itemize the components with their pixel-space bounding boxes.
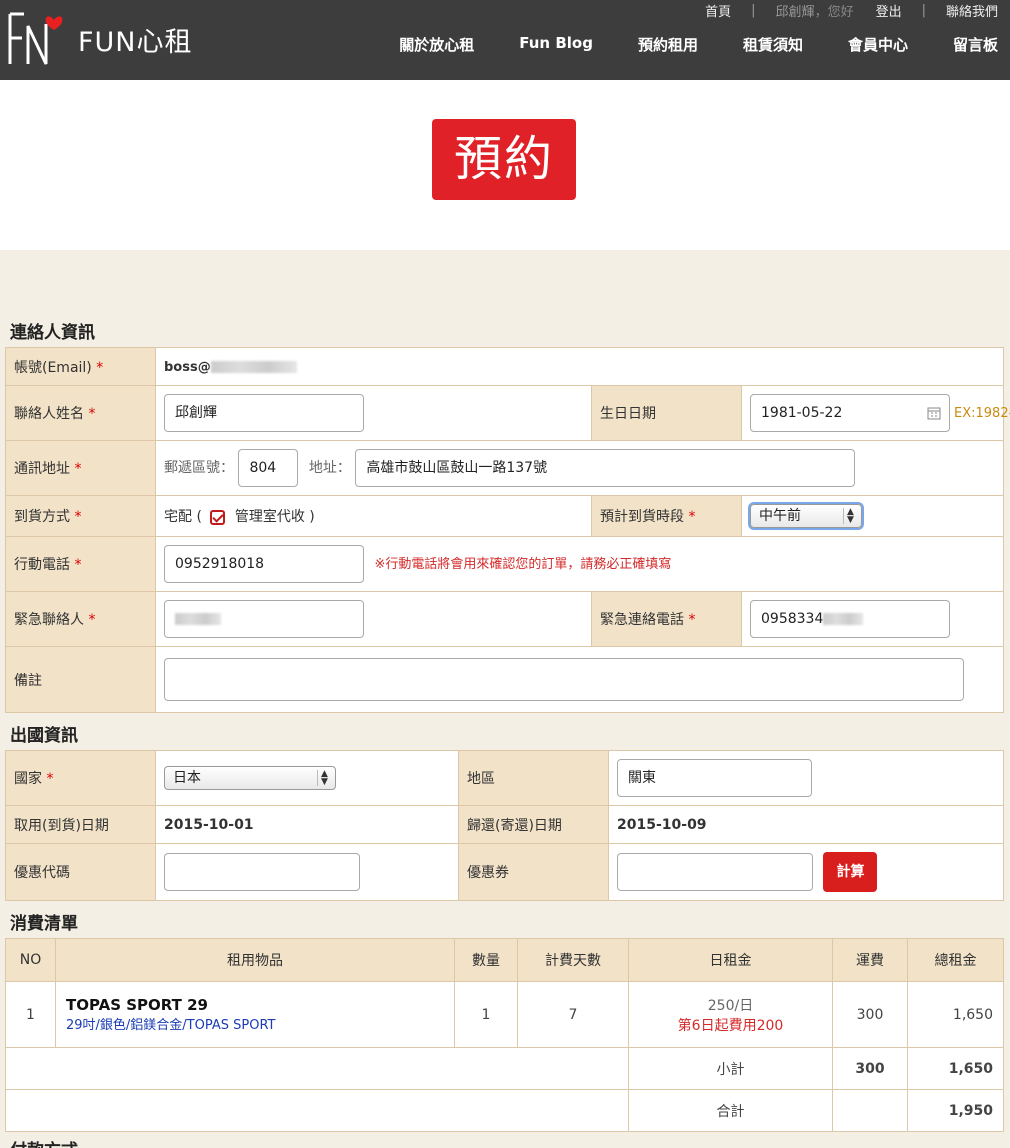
birthday-input[interactable]: 1981-05-22 — [750, 394, 950, 432]
delivery-label: 到貨方式 * — [5, 495, 156, 537]
mobile-hint: ※行動電話將會用來確認您的訂單，請務必正確填寫 — [374, 557, 672, 572]
row-no: 1 — [5, 981, 56, 1048]
calculate-button[interactable]: 計算 — [823, 852, 878, 892]
grand-total-value: 1,950 — [907, 1089, 1004, 1132]
contact-form: 帳號(Email) * boss@ 聯絡人姓名 * 邱創輝 生日日期 1981-… — [5, 347, 1010, 713]
account-label: 帳號(Email) * — [5, 347, 156, 386]
title-band: 預約 — [0, 80, 1010, 250]
country-label: 國家 * — [5, 750, 156, 806]
emergency-phone-input[interactable]: 0958334 — [750, 600, 950, 638]
daily-rate-note: 第6日起費用200 — [677, 1017, 784, 1034]
page-title: 預約 — [432, 119, 576, 200]
mobile-input[interactable]: 0952918018 — [164, 545, 364, 583]
eta-label: 預計到貨時段 * — [591, 495, 742, 537]
item-cell: TOPAS SPORT 29 29吋/銀色/鋁鎂合金/TOPAS SPORT — [55, 981, 455, 1048]
logo-text[interactable]: FUN心租 — [78, 20, 193, 59]
coupon-label: 優惠券 — [458, 843, 609, 901]
note-label: 備註 — [5, 646, 156, 713]
column-header: 數量 — [454, 938, 518, 982]
grand-total-label: 合計 — [628, 1089, 833, 1132]
travel-form: 國家 * 日本 ▲ ▼ 地區 關東 取用(到貨)日期 2015-10-01 歸還(… — [5, 750, 1004, 901]
name-label: 聯絡人姓名 * — [5, 385, 156, 441]
user-name: 邱創輝 — [775, 4, 815, 20]
address-label: 通訊地址 * — [5, 440, 156, 496]
order-table: NO 租用物品 數量 計費天數 日租金 運費 總租金 1 TOPAS SPORT… — [5, 938, 1004, 1132]
grand-total-row: 合計 1,950 — [5, 1089, 1004, 1132]
building-collect-checkbox[interactable] — [210, 509, 226, 525]
column-header: 租用物品 — [55, 938, 455, 982]
region-input[interactable]: 關東 — [617, 759, 812, 797]
site-header: FUN心租 首頁 | 邱創輝 ，您好 登出 | 聯絡我們 關於放心租 Fun B… — [0, 0, 1010, 80]
region-label: 地區 — [458, 750, 609, 806]
item-shipping: 300 — [832, 981, 908, 1048]
zip-label: 郵遞區號： — [164, 460, 234, 476]
home-link[interactable]: 首頁 — [705, 1, 731, 20]
item-total: 1,650 — [907, 981, 1004, 1048]
return-date-label: 歸還(寄還)日期 — [458, 805, 609, 844]
column-header: 運費 — [832, 938, 908, 982]
item-qty: 1 — [454, 981, 518, 1048]
nav-rental-notes[interactable]: 租賃須知 — [743, 34, 803, 55]
item-name: TOPAS SPORT 29 — [66, 996, 208, 1014]
divider: | — [751, 2, 756, 18]
addr-label: 地址： — [308, 460, 351, 476]
birthday-hint: EX:1982-01-05) — [954, 406, 1010, 421]
subtotal-row: 小計 300 1,650 — [5, 1047, 1004, 1090]
pickup-date-label: 取用(到貨)日期 — [5, 805, 156, 844]
nav-message-board[interactable]: 留言板 — [953, 34, 998, 55]
delivery-suffix: ) — [309, 509, 315, 525]
column-header: NO — [5, 938, 56, 982]
emergency-label: 緊急聯絡人 * — [5, 591, 156, 647]
logout-link[interactable]: 登出 — [876, 1, 902, 20]
zip-input[interactable]: 804 — [238, 449, 299, 487]
emergency-phone-label: 緊急連絡電話 * — [591, 591, 742, 647]
column-header: 總租金 — [907, 938, 1004, 982]
item-days: 7 — [517, 981, 629, 1048]
promo-code-label: 優惠代碼 — [5, 843, 156, 901]
mobile-label: 行動電話 * — [5, 536, 156, 592]
calendar-icon[interactable] — [927, 406, 941, 420]
delivery-prefix: 宅配 ( — [164, 509, 202, 525]
nav-booking[interactable]: 預約租用 — [638, 34, 698, 55]
select-arrows-icon: ▲ ▼ — [843, 508, 857, 525]
subtotal-shipping: 300 — [832, 1047, 908, 1090]
address-input[interactable]: 高雄市鼓山區鼓山一路137號 — [355, 449, 856, 487]
item-spec: 29吋/銀色/鋁鎂合金/TOPAS SPORT — [66, 1018, 276, 1033]
nav-blog[interactable]: Fun Blog — [519, 34, 593, 55]
subtotal-label: 小計 — [628, 1047, 833, 1090]
select-arrows-icon: ▲ ▼ — [317, 770, 331, 787]
nav-member-center[interactable]: 會員中心 — [848, 34, 908, 55]
payment-section-title: 付款方式 — [10, 1136, 78, 1148]
subtotal-total: 1,650 — [907, 1047, 1004, 1090]
contact-link[interactable]: 聯絡我們 — [946, 1, 998, 20]
country-select[interactable]: 日本 ▲ ▼ — [164, 766, 336, 790]
birthday-label: 生日日期 — [591, 385, 742, 441]
contact-section-title: 連絡人資訊 — [10, 323, 95, 343]
order-section-title: 消費清單 — [10, 914, 78, 934]
item-daily-rate: 250/日 第6日起費用200 — [628, 981, 833, 1048]
logo-icon[interactable] — [6, 4, 70, 68]
nav-about[interactable]: 關於放心租 — [399, 34, 474, 55]
divider: | — [921, 2, 926, 18]
table-row: 1 TOPAS SPORT 29 29吋/銀色/鋁鎂合金/TOPAS SPORT… — [5, 981, 1004, 1048]
return-date-value: 2015-10-09 — [608, 805, 1004, 844]
note-textarea[interactable] — [164, 658, 964, 701]
delivery-option-label: 管理室代收 — [234, 509, 305, 525]
main-nav: 關於放心租 Fun Blog 預約租用 租賃須知 會員中心 留言板 — [399, 34, 998, 55]
emergency-contact-input[interactable] — [164, 600, 364, 638]
greeting-text: ，您好 — [814, 4, 854, 20]
account-value: boss@ — [155, 347, 1004, 386]
column-header: 日租金 — [628, 938, 833, 982]
promo-code-input[interactable] — [164, 853, 360, 891]
table-header-row: NO 租用物品 數量 計費天數 日租金 運費 總租金 — [5, 938, 1004, 982]
column-header: 計費天數 — [517, 938, 629, 982]
pickup-date-value: 2015-10-01 — [155, 805, 459, 844]
top-links: 首頁 | 邱創輝 ，您好 登出 | 聯絡我們 — [705, 1, 998, 20]
contact-name-input[interactable]: 邱創輝 — [164, 394, 364, 432]
eta-select[interactable]: 中午前 ▲ ▼ — [750, 504, 862, 528]
coupon-input[interactable] — [617, 853, 813, 891]
travel-section-title: 出國資訊 — [10, 726, 78, 746]
